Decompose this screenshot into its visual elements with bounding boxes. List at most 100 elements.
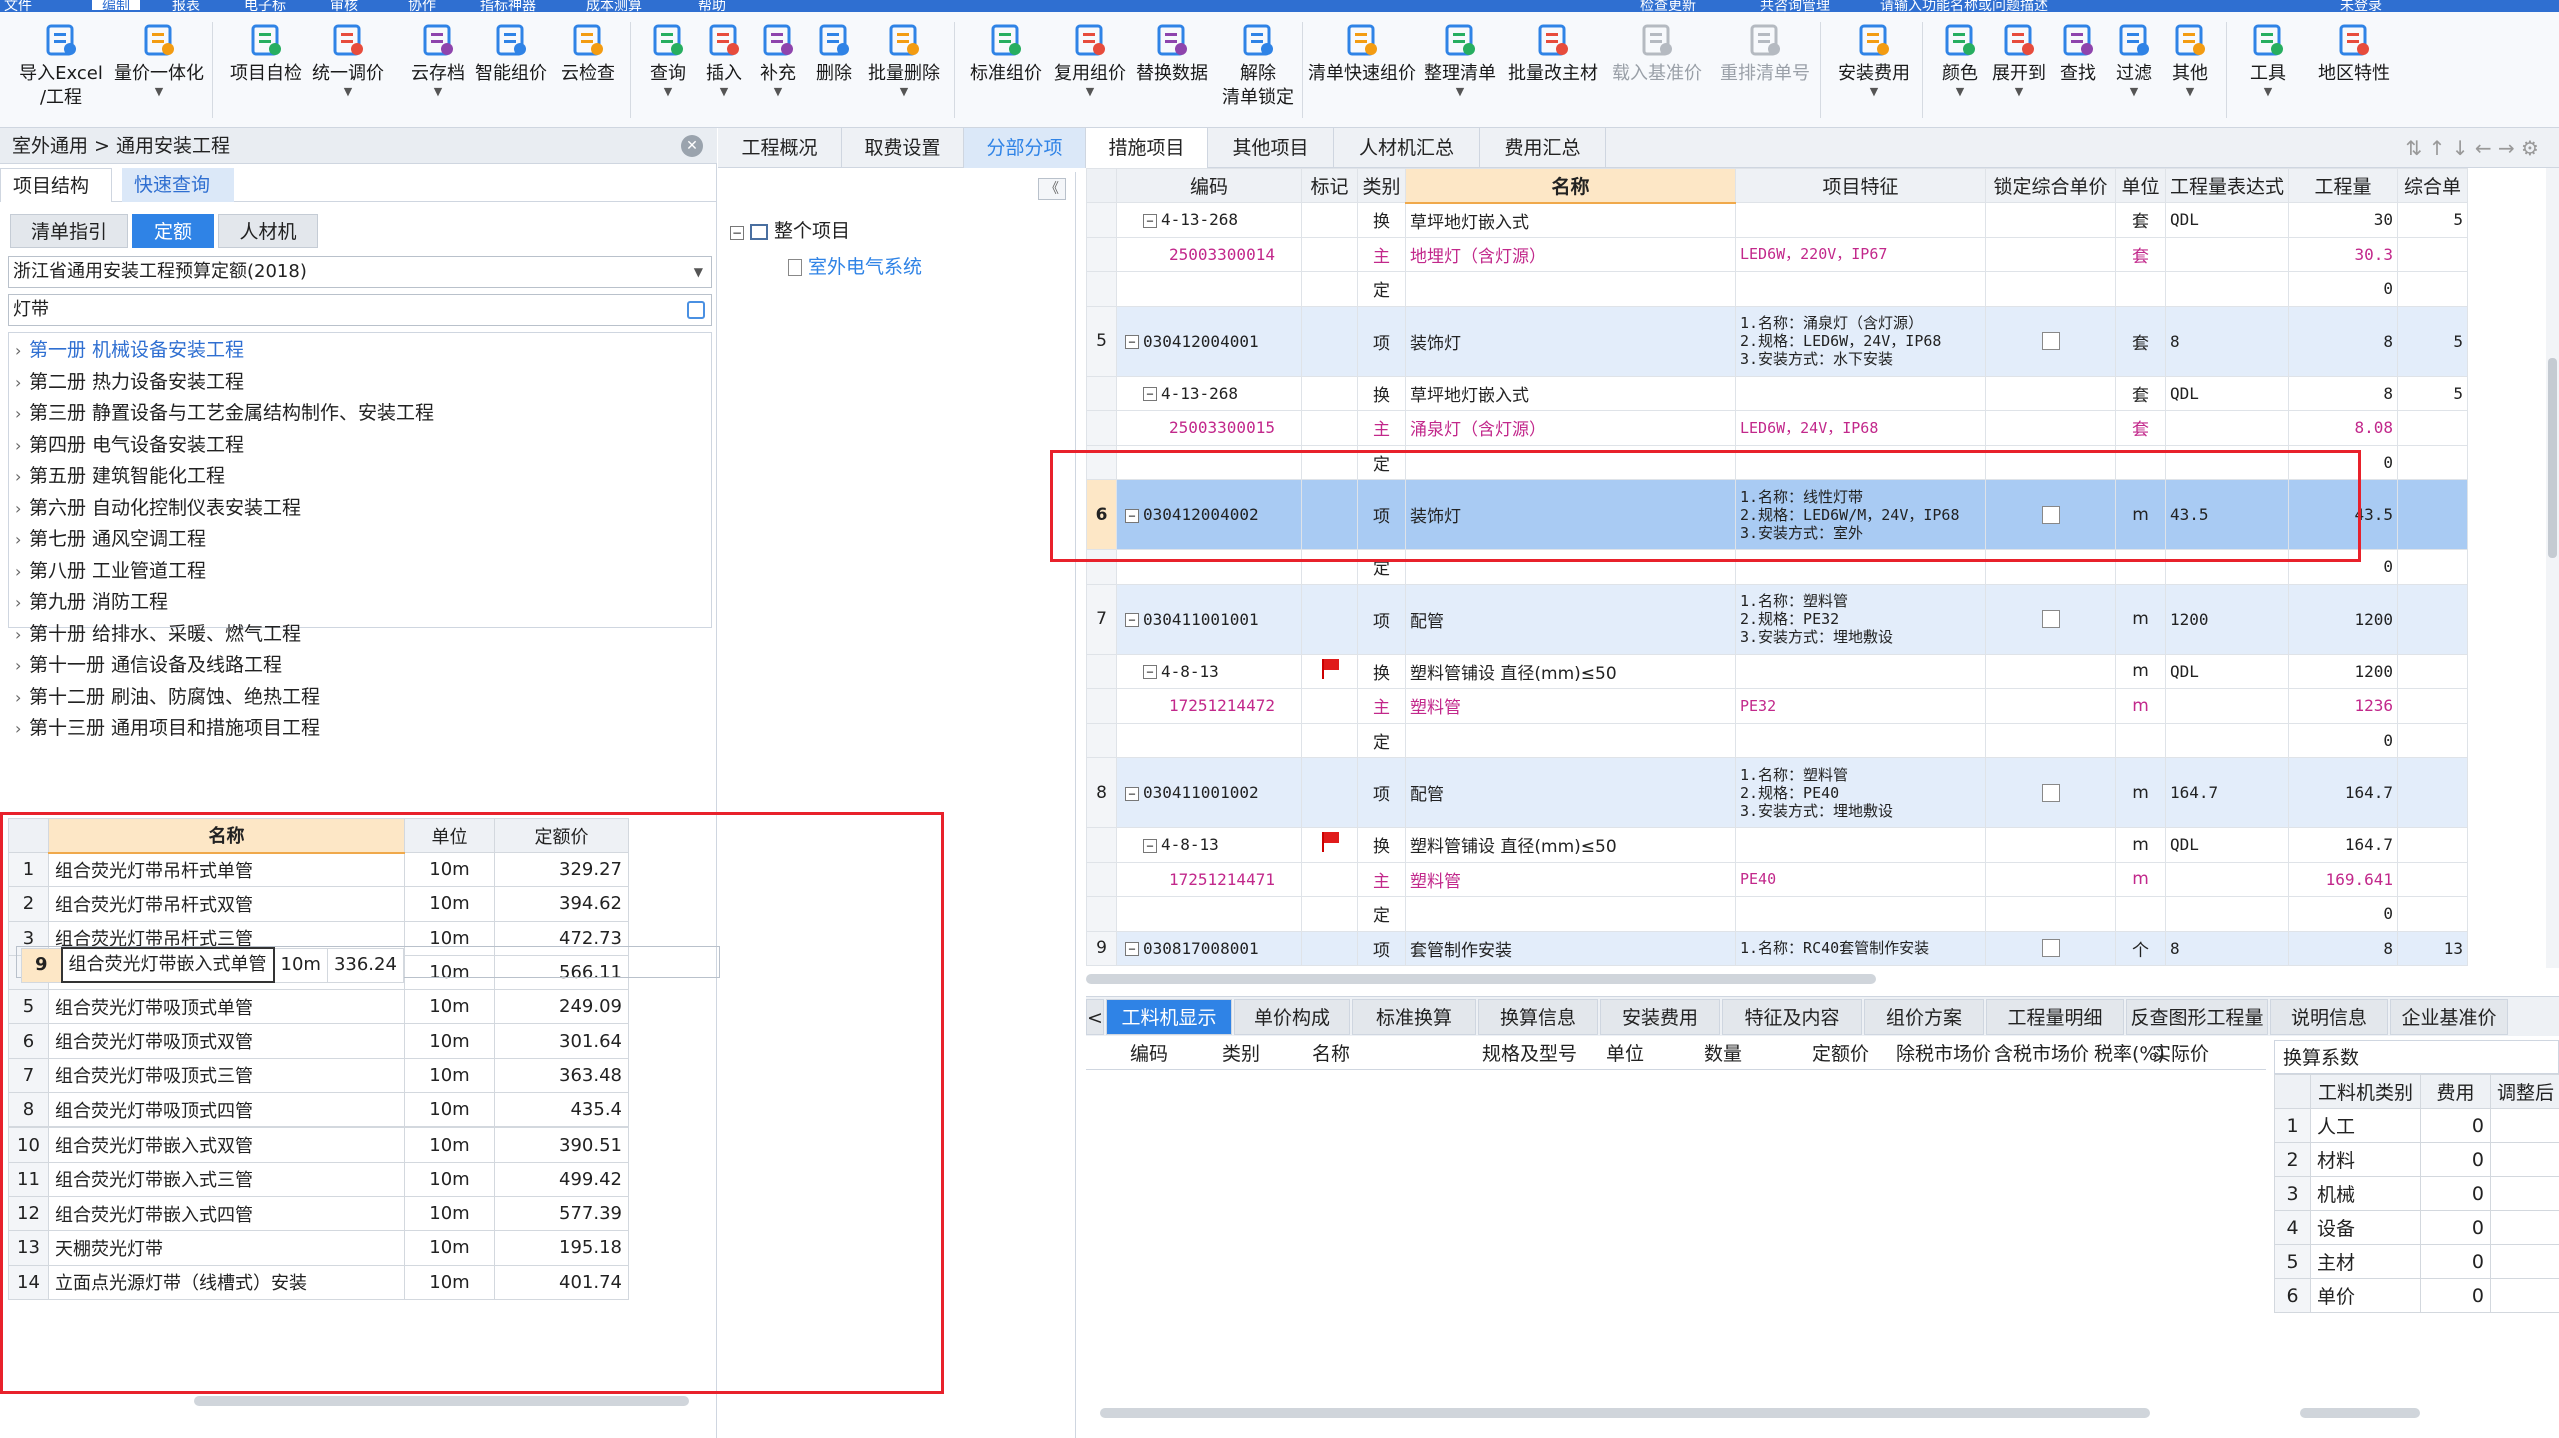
coef-row[interactable]: 1 人工 0 bbox=[2274, 1108, 2559, 1143]
qty-expression[interactable] bbox=[2164, 722, 2290, 758]
tab-right-3[interactable]: 措施项目 bbox=[1086, 128, 1208, 168]
coef-horizontal-scrollbar[interactable] bbox=[2300, 1408, 2420, 1418]
item-quantity[interactable]: 0 bbox=[2288, 271, 2399, 307]
bottom-horizontal-scrollbar[interactable] bbox=[1100, 1408, 2150, 1418]
item-code[interactable]: −030817008001 bbox=[1116, 930, 1302, 966]
item-name[interactable]: 套管制作安装 bbox=[1405, 930, 1736, 966]
item-code[interactable]: −4-13-268 bbox=[1116, 375, 1302, 411]
unlock-button[interactable]: 解除 清单锁定 bbox=[1216, 12, 1300, 128]
tab-quick-query[interactable]: 快速查询 bbox=[122, 168, 234, 202]
coef-adjusted[interactable] bbox=[2490, 1278, 2559, 1313]
grid-row[interactable]: 25003300014 主地埋灯（含灯源） LED6W，220V，IP67 套 30.3 bbox=[1086, 236, 2469, 272]
item-name[interactable]: 塑料管铺设 直径(mm)≤50 bbox=[1405, 827, 1736, 863]
item-quantity[interactable]: 8 bbox=[2288, 305, 2399, 377]
item-feature[interactable]: 1.名称：塑料管 2.规格：PE32 3.安装方式：埋地敷设 bbox=[1735, 583, 1986, 655]
supplement-button[interactable]: 补充 ▼ bbox=[750, 12, 806, 128]
item-name[interactable] bbox=[1405, 896, 1736, 932]
color-button[interactable]: 颜色 ▼ bbox=[1932, 12, 1988, 128]
item-code[interactable]: −030412004001 bbox=[1116, 305, 1302, 377]
quantity-price-button[interactable]: 量价一体化 ▼ bbox=[112, 12, 206, 128]
lock-price-cell[interactable] bbox=[1985, 410, 2116, 446]
item-quantity[interactable]: 164.7 bbox=[2288, 757, 2399, 828]
coef-row[interactable]: 6 单价 0 bbox=[2274, 1278, 2559, 1313]
grid-header-2[interactable]: 类别 bbox=[1357, 168, 1406, 203]
tab-quota[interactable]: 定额 bbox=[132, 214, 214, 248]
volume-item[interactable]: › 第一册 机械设备安装工程 bbox=[15, 335, 244, 366]
item-feature[interactable] bbox=[1735, 827, 1986, 863]
cloud-check-button[interactable]: 云检查 bbox=[555, 12, 621, 128]
item-feature[interactable]: PE32 bbox=[1735, 688, 1986, 724]
item-quantity[interactable]: 0 bbox=[2288, 722, 2399, 758]
grid-row[interactable]: 8−030411001002 项配管 1.名称：塑料管 2.规格：PE40 3.安装方式… bbox=[1086, 757, 2469, 828]
grid-row[interactable]: −4-13-268 换草坪地灯嵌入式 套 QDL 30 5 bbox=[1086, 202, 2469, 238]
lock-checkbox[interactable] bbox=[2041, 332, 2060, 350]
item-feature[interactable]: 1.名称：RC40套管制作安装 bbox=[1735, 930, 1986, 966]
collapse-icon[interactable]: − bbox=[1143, 387, 1157, 402]
bottom-header-4[interactable]: 单位 bbox=[1606, 1038, 1644, 1070]
lock-price-cell[interactable] bbox=[1985, 827, 2116, 863]
quota-library-select[interactable]: 浙江省通用安装工程预算定额(2018) ▼ bbox=[8, 256, 712, 288]
collapse-icon[interactable]: − bbox=[1125, 786, 1139, 801]
volume-item[interactable]: › 第七册 通风空调工程 bbox=[15, 524, 206, 555]
bottom-header-10[interactable]: 实际价 bbox=[2152, 1038, 2209, 1070]
coef-row[interactable]: 3 机械 0 bbox=[2274, 1176, 2559, 1211]
item-quantity[interactable]: 169.641 bbox=[2288, 861, 2399, 897]
coef-fee[interactable]: 0 bbox=[2420, 1278, 2491, 1313]
panel-collapse-button[interactable]: 《 bbox=[1038, 178, 1066, 200]
mark-cell[interactable] bbox=[1301, 722, 1358, 758]
coef-adjusted[interactable] bbox=[2490, 1210, 2559, 1245]
volume-item[interactable]: › 第二册 热力设备安装工程 bbox=[15, 367, 244, 398]
qty-expression[interactable] bbox=[2164, 410, 2290, 446]
item-quantity[interactable]: 30 bbox=[2288, 202, 2399, 238]
grid-header-7[interactable]: 工程量表达式 bbox=[2164, 168, 2290, 203]
item-feature[interactable]: 1.名称：涌泉灯（含灯源） 2.规格：LED6W，24V，IP68 3.安装方式：水… bbox=[1735, 305, 1986, 377]
standard-price-button[interactable]: 标准组价 bbox=[966, 12, 1046, 128]
menu-0[interactable]: 文件 bbox=[4, 0, 32, 12]
grid-row[interactable]: 定0 bbox=[1086, 722, 2469, 758]
renumber-button[interactable]: 重排清单号 bbox=[1718, 12, 1812, 128]
item-name[interactable]: 配管 bbox=[1405, 757, 1736, 828]
mark-cell[interactable] bbox=[1301, 653, 1358, 689]
lock-price-cell[interactable] bbox=[1985, 271, 2116, 307]
collapse-icon[interactable]: − bbox=[1125, 613, 1139, 627]
item-feature[interactable]: PE40 bbox=[1735, 861, 1986, 897]
qty-expression[interactable] bbox=[2164, 896, 2290, 932]
bottom-header-3[interactable]: 规格及型号 bbox=[1482, 1038, 1577, 1070]
tab-bottom-10[interactable]: 企业基准价 bbox=[2390, 999, 2508, 1035]
item-name[interactable]: 配管 bbox=[1405, 583, 1736, 655]
mark-cell[interactable] bbox=[1301, 410, 1358, 446]
grid-header-3[interactable]: 名称 bbox=[1405, 168, 1736, 204]
coef-fee[interactable]: 0 bbox=[2420, 1108, 2491, 1143]
qty-expression[interactable]: QDL bbox=[2164, 653, 2290, 689]
lock-price-cell[interactable] bbox=[1985, 202, 2116, 238]
menu-right-3[interactable]: 未登录 bbox=[2340, 0, 2382, 12]
item-feature[interactable] bbox=[1735, 202, 1986, 238]
tab-bottom-6[interactable]: 组价方案 bbox=[1864, 999, 1984, 1035]
collapse-icon[interactable]: − bbox=[1143, 213, 1157, 228]
mark-cell[interactable] bbox=[1301, 688, 1358, 724]
item-name[interactable] bbox=[1405, 271, 1736, 307]
tab-right-6[interactable]: 费用汇总 bbox=[1480, 128, 1606, 168]
tab-bottom-0[interactable]: 工料机显示 bbox=[1106, 999, 1232, 1035]
item-quantity[interactable]: 164.7 bbox=[2288, 827, 2399, 863]
grid-header-4[interactable]: 项目特征 bbox=[1735, 168, 1986, 203]
menu-1[interactable]: 编制 bbox=[92, 0, 140, 12]
item-name[interactable]: 塑料管 bbox=[1405, 688, 1736, 724]
horizontal-scrollbar[interactable] bbox=[194, 1396, 689, 1406]
item-code[interactable] bbox=[1116, 271, 1302, 307]
item-name[interactable]: 涌泉灯（含灯源） bbox=[1405, 410, 1736, 446]
lock-price-cell[interactable] bbox=[1985, 688, 2116, 724]
mark-cell[interactable] bbox=[1301, 583, 1358, 655]
menu-3[interactable]: 电子标 bbox=[244, 0, 286, 12]
grid-row[interactable]: 定0 bbox=[1086, 271, 2469, 307]
item-name[interactable]: 塑料管铺设 直径(mm)≤50 bbox=[1405, 653, 1736, 689]
coef-fee[interactable]: 0 bbox=[2420, 1244, 2491, 1279]
collapse-icon[interactable]: − bbox=[1143, 838, 1157, 853]
search-icon[interactable] bbox=[687, 301, 705, 319]
lock-price-cell[interactable] bbox=[1985, 236, 2116, 272]
mark-cell[interactable] bbox=[1301, 930, 1358, 966]
item-code[interactable]: 17251214471 bbox=[1116, 861, 1302, 897]
volume-item[interactable]: › 第三册 静置设备与工艺金属结构制作、安装工程 bbox=[15, 398, 434, 429]
grid-row[interactable]: 7−030411001001 项配管 1.名称：塑料管 2.规格：PE32 3.安装方式… bbox=[1086, 583, 2469, 655]
grid-header-5[interactable]: 锁定综合单价 bbox=[1985, 168, 2116, 203]
